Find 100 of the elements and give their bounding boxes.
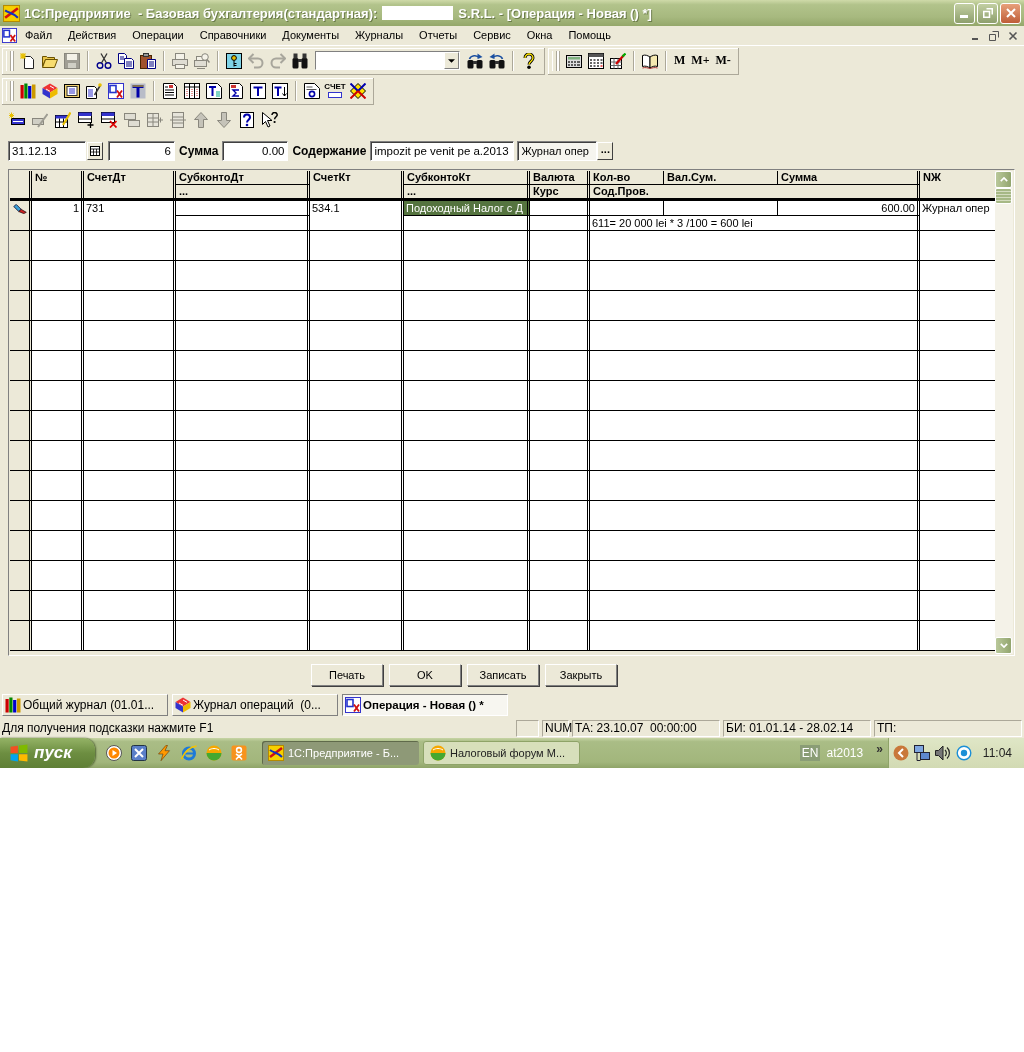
dropdown-button[interactable] [444,52,459,69]
chevron-down-icon [999,643,1008,648]
minimize-button[interactable] [954,2,975,24]
calendar-button[interactable] [87,142,103,160]
grid-pencil-icon[interactable] [54,112,71,128]
books-icon[interactable] [20,82,36,99]
copy-icon[interactable] [118,52,134,69]
memory-button[interactable]: M [671,51,689,70]
table-cell[interactable]: 611= 20 000 lei * 3 /100 = 600 lei [590,216,920,231]
ring-orbit-icon[interactable] [181,745,197,761]
table-cell[interactable]: Подоходный Налог с Д [404,201,530,216]
framed-card-icon[interactable] [64,82,80,99]
binoculars-arrow-icon[interactable] [489,52,505,69]
table-cell[interactable] [530,216,590,231]
x-tile-icon[interactable] [131,745,147,761]
key-card-icon[interactable] [226,52,242,69]
table-cell[interactable]: 1 [32,201,84,231]
ledger-logo-icon[interactable] [2,28,17,43]
t-shape-icon[interactable] [130,82,146,99]
menu-item[interactable]: Файл [17,27,61,44]
window-tab[interactable]: Операция - Новая () * [342,694,508,716]
table-cell[interactable]: 600.00 [778,201,920,216]
diamond-cross-icon[interactable] [350,82,366,99]
status-hint: Для получения подсказки нажмите F1 [1,721,214,735]
scrollbar-thumb[interactable] [995,188,1012,204]
journal-field[interactable]: Журнал опер [517,141,598,161]
framed-t-icon[interactable] [250,82,266,99]
menu-item[interactable]: Документы [274,27,348,44]
column-header: СубконтоКт [404,171,530,185]
row-selector[interactable] [10,201,32,231]
memory-button[interactable]: M- [712,51,734,70]
table-cell[interactable] [176,201,310,216]
table-grid-icon[interactable] [184,82,200,99]
number-field[interactable]: 6 [108,141,175,161]
document-sum-icon[interactable] [228,82,244,99]
menu-item[interactable]: Журналы [347,27,412,44]
window-tab[interactable]: Журнал операций (0... [172,694,338,716]
table-cell[interactable]: 731 [84,201,176,231]
scroll-down-button[interactable] [995,637,1012,654]
delete-row-icon[interactable] [100,112,117,128]
dialog-button[interactable]: Печать [311,664,383,686]
restore-button[interactable] [986,28,1002,43]
open-book-icon[interactable] [642,52,658,69]
menu-item[interactable]: Отчеты [411,27,466,44]
memory-button[interactable]: M+ [688,51,713,70]
scissors-icon[interactable] [96,52,112,69]
menu-item[interactable]: Окна [518,27,561,44]
dialog-button[interactable]: OK [389,664,461,686]
new-row-icon[interactable] [8,112,25,128]
cube-icon[interactable] [42,82,58,99]
menu-item[interactable]: Действия [60,27,125,44]
menu-item[interactable]: Операции [124,27,192,44]
figure-tile-icon[interactable] [231,745,247,761]
speaker-icon[interactable] [934,745,951,761]
table-cell[interactable]: 534.1 [310,201,404,231]
table-cell[interactable] [404,216,530,231]
table-cell[interactable] [176,216,310,231]
more-button[interactable]: » [876,742,883,756]
toolbar-grip[interactable] [6,80,11,101]
menu-item[interactable]: Справочники [191,27,275,44]
scroll-up-button[interactable] [995,171,1012,188]
binoculars-icon[interactable] [292,52,308,69]
content-field[interactable]: impozit pe venit pe a.2013 [370,141,515,161]
document-wand-icon[interactable] [86,82,102,99]
taskbar-button[interactable]: Налоговый форум М... [423,741,580,765]
restore-button[interactable] [977,2,998,24]
menu-item[interactable]: Помощь [560,27,619,44]
help-icon[interactable] [521,52,537,69]
search-combo-field[interactable] [315,51,460,70]
dialog-button[interactable]: Записать [467,664,539,686]
start-button[interactable]: пуск [0,738,95,768]
binoculars-arrow-icon[interactable] [467,52,483,69]
scrollbar-track[interactable] [995,171,1013,654]
clipboard-icon[interactable] [140,52,156,69]
add-row-icon[interactable] [77,112,94,128]
new-document-icon[interactable] [20,52,36,69]
ledger-logo-icon[interactable] [108,82,124,99]
network-computers-icon[interactable] [913,745,930,761]
close-button[interactable] [1000,2,1021,24]
select-button[interactable]: ... [597,142,614,160]
sum-field[interactable]: 0.00 [222,141,289,161]
calendar-icon[interactable] [588,52,604,69]
table-cell[interactable] [590,201,664,216]
menu-item[interactable]: Сервис [465,27,519,44]
pointer-help-icon[interactable] [261,112,278,128]
window-tab[interactable]: Общий журнал (01.01... [2,694,168,716]
grid-pen-icon[interactable] [610,52,626,69]
help-icon[interactable] [238,112,255,128]
column-header: СубконтоДт [176,171,310,185]
table-cell[interactable] [530,201,590,216]
calculator-icon[interactable] [566,52,582,69]
toolbar-grip[interactable] [6,50,11,71]
date-field[interactable]: 31.12.13 [8,141,86,161]
play-circle-icon[interactable] [106,745,122,761]
table-cell[interactable]: Журнал опер [920,201,995,231]
document-lines-icon[interactable] [162,82,178,99]
document-t-icon[interactable] [206,82,222,99]
dialog-button[interactable]: Закрыть [545,664,617,686]
toolbar-grip[interactable] [552,50,557,71]
table-cell[interactable] [664,201,778,216]
